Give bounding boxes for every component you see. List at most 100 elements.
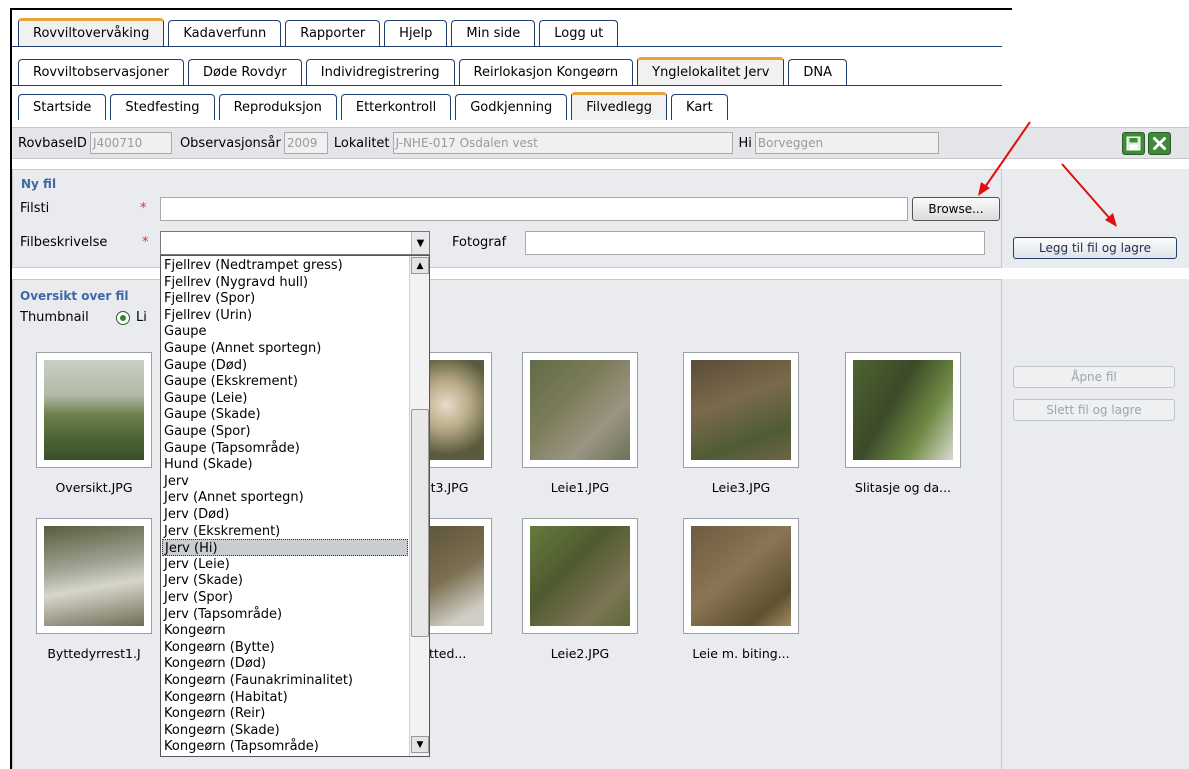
dropdown-option[interactable]: Fjellrev (Spor) (164, 290, 255, 307)
dropdown-option[interactable]: Gaupe (Annet sportegn) (164, 340, 321, 357)
tab-dna[interactable]: DNA (788, 59, 848, 85)
sub-tab-line (12, 85, 1002, 86)
thumbnail-oversikt[interactable] (36, 352, 152, 468)
dropdown-option[interactable]: Gaupe (Leie) (164, 390, 247, 407)
chevron-down-icon[interactable]: ▼ (411, 232, 429, 254)
dropdown-option[interactable]: Fjellrev (Urin) (164, 307, 252, 324)
tab-individregistrering[interactable]: Individregistrering (305, 59, 455, 85)
dropdown-option[interactable]: Fjellrev (Nedtrampet gress) (164, 257, 343, 274)
dropdown-option[interactable]: Jerv (Annet sportegn) (164, 489, 304, 506)
tab-stedfesting[interactable]: Stedfesting (110, 94, 215, 120)
dropdown-option[interactable]: Jerv (164, 473, 189, 490)
thumbnail-byttedyrrest1[interactable] (36, 518, 152, 634)
rovbaseid-field: J400710 (89, 132, 172, 154)
tab-reirlokasjon-kongeorn[interactable]: Reirlokasjon Kongeørn (458, 59, 634, 85)
filsti-required-mark: * (140, 201, 147, 216)
list-view-label: Li (136, 310, 147, 325)
filsti-input[interactable] (160, 197, 908, 221)
year-field: 2009 (283, 132, 328, 154)
tab-startside[interactable]: Startside (18, 94, 107, 120)
thumbnail-caption: Leie3.JPG (711, 480, 771, 495)
scrollbar-thumb[interactable] (411, 409, 429, 637)
hi-label: Hi (738, 135, 752, 151)
rovbaseid-label: RovbaseID (18, 135, 87, 151)
add-file-save-button[interactable]: Legg til fil og lagre (1013, 237, 1177, 259)
filsti-label: Filsti (20, 201, 50, 216)
tab-hjelp[interactable]: Hjelp (384, 20, 448, 46)
fotograf-label: Fotograf (452, 235, 507, 250)
dropdown-option[interactable]: Jerv (Hi) (162, 539, 408, 557)
dropdown-scrollbar[interactable]: ▲ ▼ (409, 256, 429, 756)
filbeskrivelse-select[interactable]: ▼ (160, 231, 430, 255)
dropdown-option[interactable]: Gaupe (Død) (164, 357, 247, 374)
browse-button[interactable]: Browse... (912, 197, 1000, 221)
tab-reproduksjon[interactable]: Reproduksjon (218, 94, 337, 120)
section-tab-row: Startside Stedfesting Reproduksjon Etter… (18, 92, 728, 120)
thumbnail-leie2[interactable] (522, 518, 638, 634)
new-file-title: Ny fil (21, 177, 57, 191)
tab-dode-rovdyr[interactable]: Døde Rovdyr (188, 59, 302, 85)
dropdown-option[interactable]: Kongeørn (Bytte) (164, 639, 275, 656)
dropdown-option[interactable]: Jerv (Skade) (164, 572, 243, 589)
dropdown-option[interactable]: Kongeørn (Tapsområde) (164, 738, 319, 755)
frame-border-top (10, 8, 1012, 10)
tab-rapporter[interactable]: Rapporter (285, 20, 381, 46)
tab-godkjenning[interactable]: Godkjenning (455, 94, 568, 120)
year-label: Observasjonsår (179, 135, 281, 151)
dropdown-option[interactable]: Kongeørn (Reir) (164, 705, 265, 722)
thumbnail-radio[interactable] (116, 311, 130, 325)
fotograf-input[interactable] (525, 231, 985, 255)
dropdown-option[interactable]: Gaupe (Ekskrement) (164, 373, 298, 390)
dropdown-option[interactable]: Gaupe (164, 323, 207, 340)
lokalitet-label: Lokalitet (333, 135, 390, 151)
dropdown-option[interactable]: Jerv (Spor) (164, 589, 233, 606)
overview-side-panel (1002, 279, 1189, 769)
hi-field: Borveggen (754, 132, 939, 154)
filbeskrivelse-dropdown-list[interactable]: Fjellrev (Nedtrampet gress) Fjellrev (Nyg… (160, 255, 430, 757)
dropdown-option[interactable]: Gaupe (Spor) (164, 423, 251, 440)
tab-ynglelokalitet-jerv[interactable]: Ynglelokalitet Jerv (637, 57, 785, 85)
dropdown-option[interactable]: Jerv (Død) (164, 506, 229, 523)
sub-tab-row: Rovviltobservasjoner Døde Rovdyr Individ… (18, 57, 848, 85)
open-file-button[interactable]: Åpne fil (1013, 366, 1175, 388)
main-tab-line (12, 46, 1002, 47)
thumbnail-leie3[interactable] (683, 352, 799, 468)
thumbnail-caption: Slitasje og da... (854, 480, 952, 495)
dropdown-option[interactable]: Kongeørn (Skade) (164, 722, 280, 739)
tab-logg-ut[interactable]: Logg ut (539, 20, 619, 46)
dropdown-option[interactable]: Kongeørn (Død) (164, 655, 266, 672)
filbeskrivelse-required-mark: * (142, 235, 149, 250)
tab-min-side[interactable]: Min side (451, 20, 536, 46)
thumbnail-slitasje[interactable] (845, 352, 961, 468)
thumbnail-caption: Leie1.JPG (550, 480, 610, 495)
save-icon[interactable] (1122, 132, 1145, 155)
tab-filvedlegg[interactable]: Filvedlegg (571, 92, 668, 120)
close-icon[interactable] (1148, 132, 1171, 155)
dropdown-option[interactable]: Gaupe (Tapsområde) (164, 440, 300, 457)
thumbnail-caption: Leie2.JPG (550, 646, 610, 661)
thumbnail-caption: Oversikt.JPG (55, 480, 133, 495)
dropdown-option[interactable]: Kongeørn (164, 622, 226, 639)
tab-kadaverfunn[interactable]: Kadaverfunn (168, 20, 282, 46)
dropdown-option[interactable]: Jerv (Tapsområde) (164, 606, 282, 623)
app-frame: Rovviltovervåking Kadaverfunn Rapporter … (0, 0, 1189, 769)
thumbnail-leie1[interactable] (522, 352, 638, 468)
dropdown-option[interactable]: Jerv (Leie) (164, 556, 230, 573)
tab-rovviltobservasjoner[interactable]: Rovviltobservasjoner (18, 59, 185, 85)
tab-kart[interactable]: Kart (671, 94, 728, 120)
scroll-down-icon[interactable]: ▼ (411, 736, 429, 753)
record-info-bar: RovbaseID J400710 Observasjonsår 2009 Lo… (12, 127, 1002, 159)
dropdown-option[interactable]: Kongeørn (Faunakriminalitet) (164, 672, 353, 689)
dropdown-option[interactable]: Hund (Skade) (164, 456, 253, 473)
tab-etterkontroll[interactable]: Etterkontroll (340, 94, 452, 120)
dropdown-option[interactable]: Gaupe (Skade) (164, 406, 261, 423)
delete-file-save-button[interactable]: Slett fil og lagre (1013, 399, 1175, 421)
scroll-up-icon[interactable]: ▲ (411, 257, 429, 274)
thumbnail-leie-biting[interactable] (683, 518, 799, 634)
dropdown-option[interactable]: Kongeørn (Habitat) (164, 689, 288, 706)
lokalitet-field: J-NHE-017 Osdalen vest (392, 132, 733, 154)
thumbnail-caption: Leie m. biting... (692, 646, 790, 661)
tab-rovviltovervaking[interactable]: Rovviltovervåking (18, 18, 165, 46)
dropdown-option[interactable]: Jerv (Ekskrement) (164, 523, 280, 540)
dropdown-option[interactable]: Fjellrev (Nygravd hull) (164, 274, 308, 291)
